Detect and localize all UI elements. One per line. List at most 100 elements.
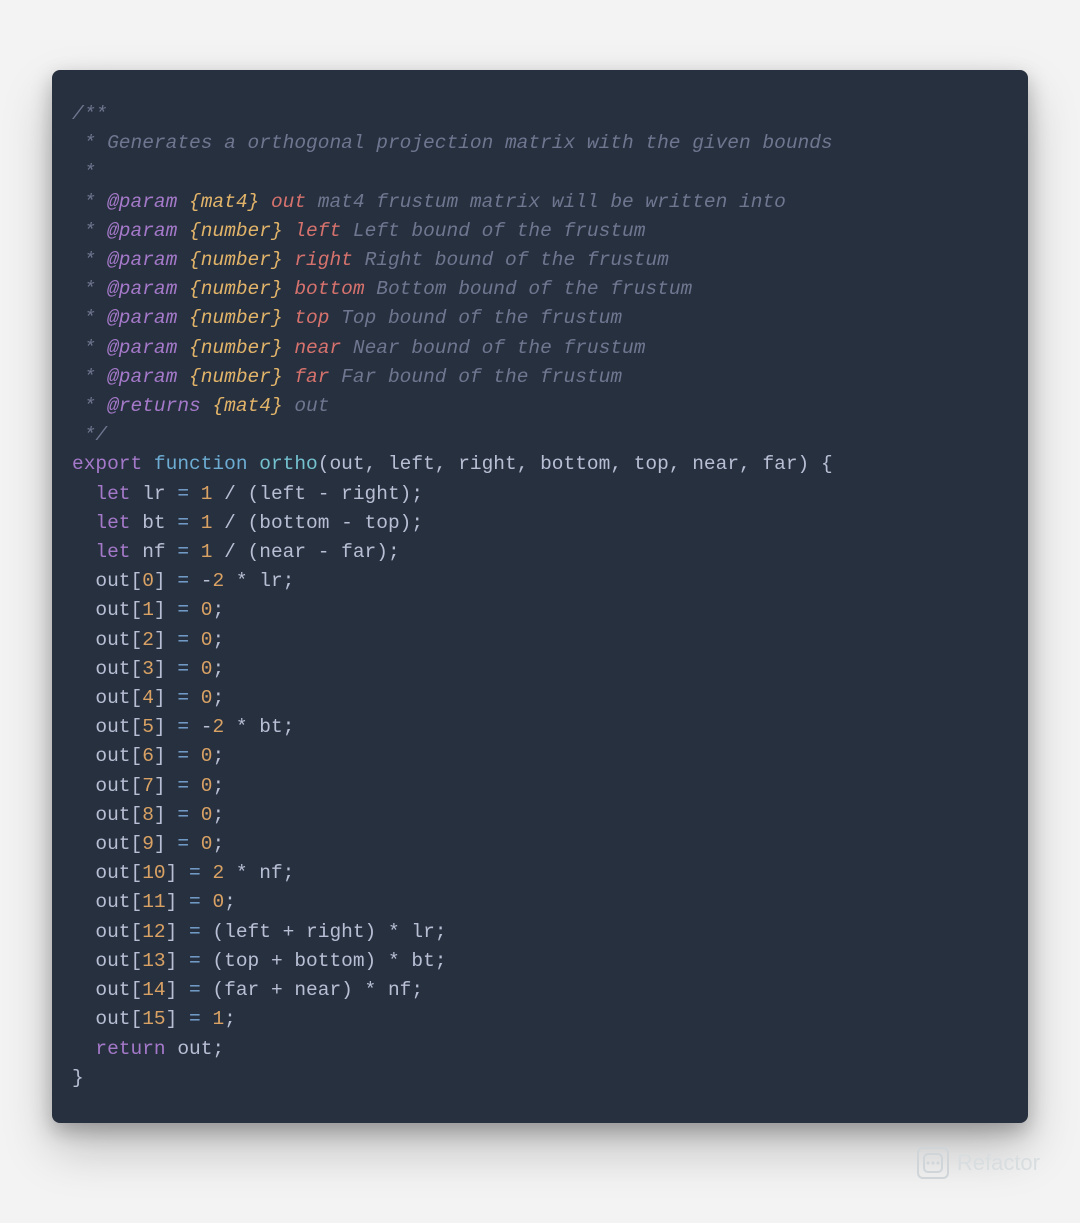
op-eq: = — [177, 512, 189, 534]
jsdoc-type: {mat4} — [212, 395, 282, 417]
idx: 5 — [142, 716, 154, 738]
num: 0 — [201, 775, 213, 797]
rhs2: ; — [212, 833, 224, 855]
rhs2: ; — [212, 804, 224, 826]
rhs: - — [189, 570, 212, 592]
kw-export: export — [72, 453, 142, 475]
out-post: ] — [166, 891, 189, 913]
op-eq: = — [189, 979, 201, 1001]
comment-star: * — [72, 366, 107, 388]
jsdoc-name: far — [294, 366, 329, 388]
out-pre: out[ — [95, 833, 142, 855]
var: nf — [142, 541, 165, 563]
op-eq: = — [177, 629, 189, 651]
jsdoc-type: {number} — [189, 278, 283, 300]
jsdoc-name: left — [294, 220, 341, 242]
out-pre: out[ — [95, 599, 142, 621]
rhs: (left + right) * lr; — [201, 921, 447, 943]
expr: / (bottom - top); — [212, 512, 423, 534]
rhs: (top + bottom) * bt; — [201, 950, 447, 972]
comment-star: * — [72, 132, 107, 154]
num: 2 — [212, 862, 224, 884]
jsdoc-tag: @param — [107, 191, 177, 213]
num: 0 — [201, 599, 213, 621]
out-pre: out[ — [95, 862, 142, 884]
out-pre: out[ — [95, 775, 142, 797]
rhs2: * nf; — [224, 862, 294, 884]
op-eq: = — [177, 599, 189, 621]
idx: 13 — [142, 950, 165, 972]
comment-star: * — [72, 278, 107, 300]
idx: 12 — [142, 921, 165, 943]
kw-return: return — [95, 1038, 165, 1060]
var: lr — [142, 483, 165, 505]
out-pre: out[ — [95, 950, 142, 972]
rhs2: * lr; — [224, 570, 294, 592]
jsdoc-desc: Left bound of the frustum — [353, 220, 646, 242]
idx: 9 — [142, 833, 154, 855]
idx: 3 — [142, 658, 154, 680]
num: 0 — [201, 833, 213, 855]
out-post: ] — [166, 979, 189, 1001]
brace-close: } — [72, 1067, 84, 1089]
jsdoc-name: out — [294, 395, 329, 417]
op-eq: = — [189, 862, 201, 884]
rhs2: ; — [224, 1008, 236, 1030]
op-eq: = — [177, 570, 189, 592]
num: 0 — [201, 745, 213, 767]
kw-let: let — [95, 541, 130, 563]
out-post: ] — [154, 658, 177, 680]
rhs — [189, 745, 201, 767]
fn-name: ortho — [259, 453, 318, 475]
comment-close: */ — [72, 424, 107, 446]
idx: 1 — [142, 599, 154, 621]
num: 1 — [201, 512, 213, 534]
op-eq: = — [189, 1008, 201, 1030]
var: bt — [142, 512, 165, 534]
jsdoc-desc: Far bound of the frustum — [341, 366, 622, 388]
out-pre: out[ — [95, 745, 142, 767]
rhs2: ; — [224, 891, 236, 913]
idx: 11 — [142, 891, 165, 913]
jsdoc-type: {number} — [189, 366, 283, 388]
out-post: ] — [166, 921, 189, 943]
op-eq: = — [177, 804, 189, 826]
idx: 14 — [142, 979, 165, 1001]
out-pre: out[ — [95, 891, 142, 913]
rhs — [201, 1008, 213, 1030]
rhs2: ; — [212, 658, 224, 680]
out-post: ] — [154, 716, 177, 738]
comment-open: /** — [72, 103, 107, 125]
out-post: ] — [166, 950, 189, 972]
idx: 0 — [142, 570, 154, 592]
idx: 2 — [142, 629, 154, 651]
expr: / (left - right); — [212, 483, 423, 505]
jsdoc-name: right — [294, 249, 353, 271]
paren-close: ) { — [798, 453, 833, 475]
rhs — [201, 891, 213, 913]
rhs: - — [189, 716, 212, 738]
jsdoc-tag: @param — [107, 278, 177, 300]
watermark: Refactor — [917, 1147, 1040, 1179]
paren-open: ( — [318, 453, 330, 475]
op-eq: = — [189, 891, 201, 913]
out-pre: out[ — [95, 658, 142, 680]
rhs — [189, 599, 201, 621]
out-post: ] — [154, 745, 177, 767]
jsdoc-type: {number} — [189, 337, 283, 359]
jsdoc-type: {number} — [189, 220, 283, 242]
out-post: ] — [154, 570, 177, 592]
jsdoc-tag: @param — [107, 337, 177, 359]
rhs — [189, 833, 201, 855]
op-eq: = — [177, 745, 189, 767]
rhs — [189, 658, 201, 680]
jsdoc-type: {number} — [189, 307, 283, 329]
out-post: ] — [154, 804, 177, 826]
jsdoc-name: out — [271, 191, 306, 213]
comment-star: * — [72, 395, 107, 417]
jsdoc-tag: @param — [107, 220, 177, 242]
fn-params: out, left, right, bottom, top, near, far — [329, 453, 797, 475]
out-post: ] — [154, 629, 177, 651]
comment-star: * — [72, 220, 107, 242]
out-post: ] — [166, 1008, 189, 1030]
